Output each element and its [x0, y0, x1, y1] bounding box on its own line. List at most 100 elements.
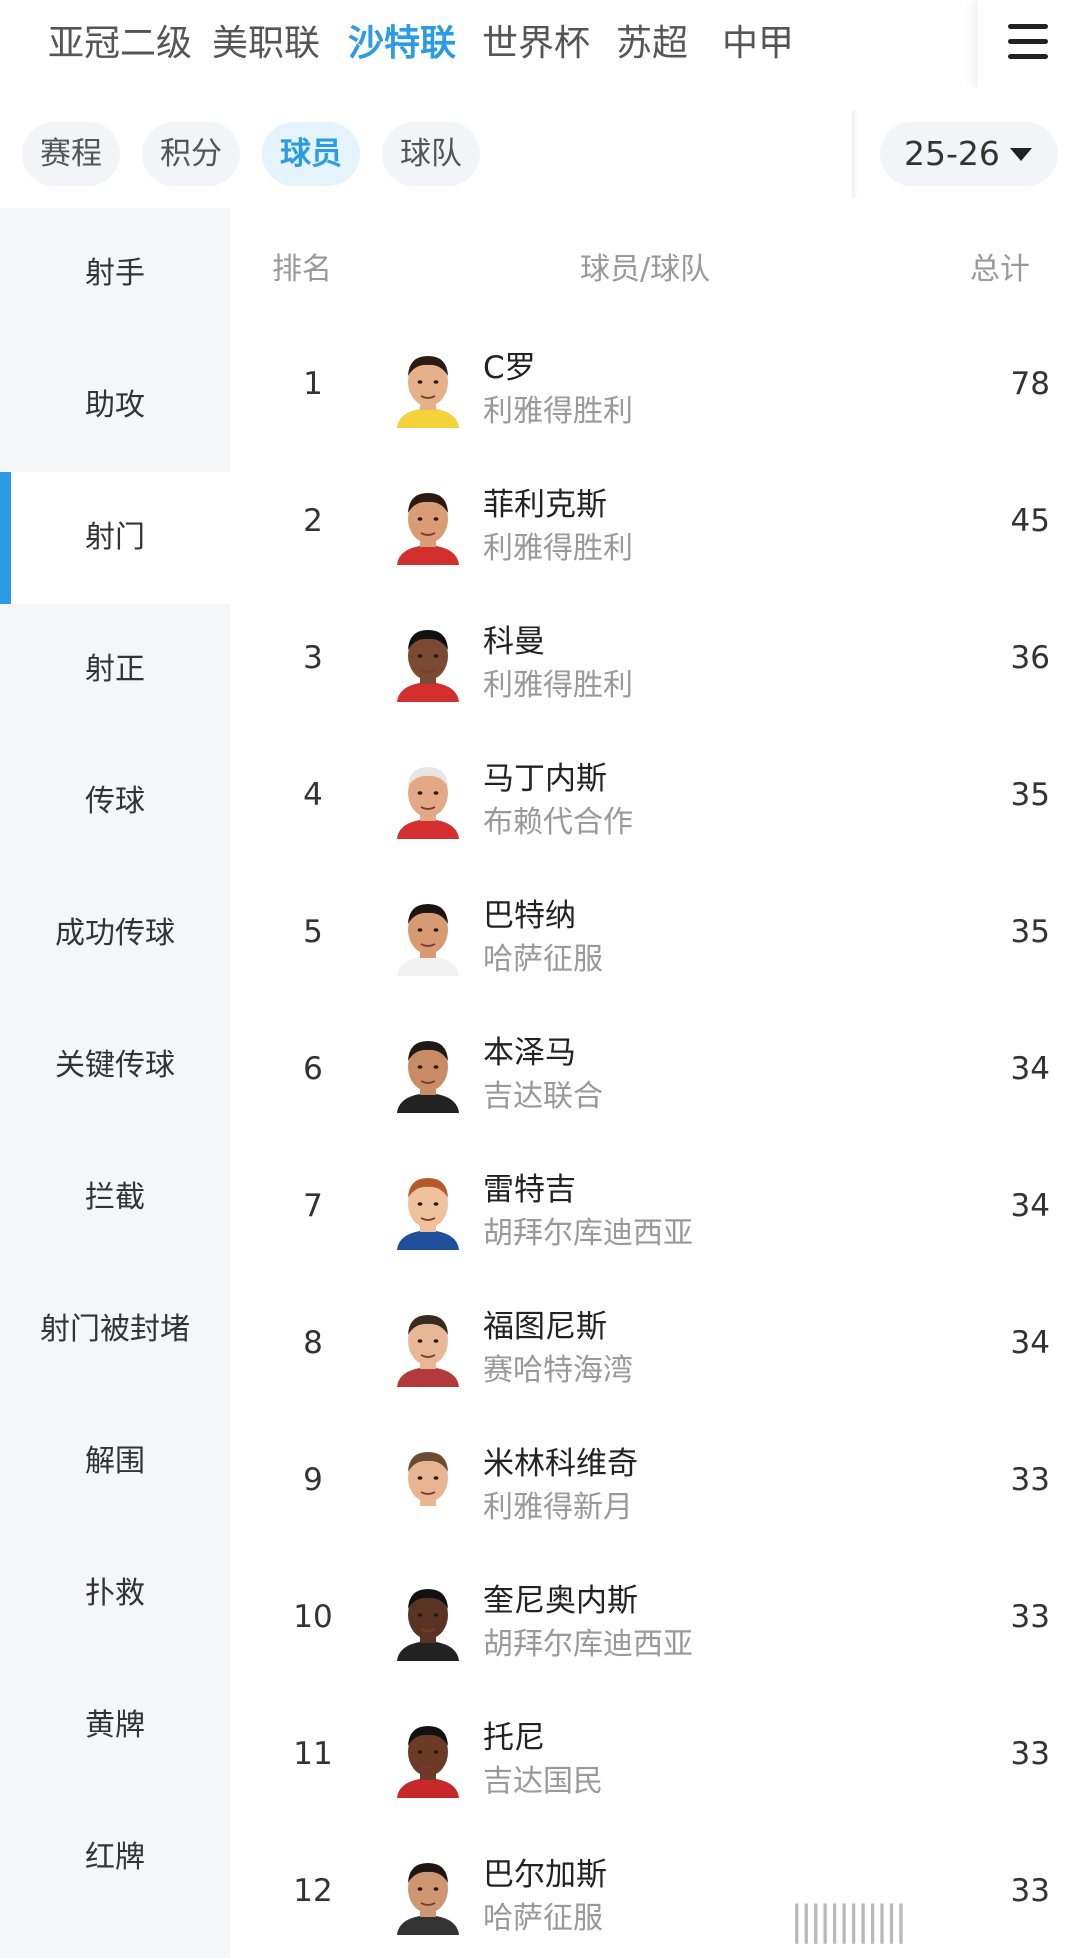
sidebar-item-assists[interactable]: 助攻	[0, 340, 230, 472]
rank: 3	[303, 640, 323, 676]
sidebar-item-clearances[interactable]: 解围	[0, 1396, 230, 1528]
league-tab-china-league-one[interactable]: 中甲	[722, 20, 794, 68]
stat-total: 33	[1010, 1736, 1050, 1772]
player-name: 托尼	[483, 1720, 545, 1756]
player-avatar	[397, 1726, 459, 1798]
table-row[interactable]: 7 雷特吉 胡拜尔库迪西亚 34	[230, 1140, 1080, 1277]
stat-total: 33	[1010, 1873, 1050, 1909]
player-avatar	[397, 904, 459, 976]
divider	[852, 110, 858, 198]
team-name: 哈萨征服	[483, 1901, 603, 1936]
sidebar-item-interceptions[interactable]: 拦截	[0, 1132, 230, 1264]
rank: 12	[293, 1873, 333, 1909]
season-value: 25-26	[904, 134, 1000, 173]
header-rank: 排名	[272, 252, 332, 287]
sidebar-item-shots[interactable]: 射门	[0, 472, 230, 604]
menu-button[interactable]	[978, 0, 1080, 88]
rank: 11	[293, 1736, 333, 1772]
league-tab-saudi-pro-league[interactable]: 沙特联	[348, 20, 456, 68]
team-name: 胡拜尔库迪西亚	[483, 1627, 693, 1662]
team-name: 哈萨征服	[483, 942, 603, 977]
table-row[interactable]: 6 本泽马吉达联合 34	[230, 1003, 1080, 1140]
stat-total: 35	[1010, 914, 1050, 950]
player-avatar	[397, 767, 459, 839]
player-avatar	[397, 1863, 459, 1935]
sidebar-item-shots-blocked[interactable]: 射门被封堵	[0, 1264, 230, 1396]
rank: 9	[303, 1462, 323, 1498]
table-row[interactable]: 10 奎尼奥内斯胡拜尔库迪西亚 33	[230, 1551, 1080, 1688]
category-players[interactable]: 球员	[262, 122, 360, 186]
rank: 10	[293, 1599, 333, 1635]
player-name: 巴尔加斯	[483, 1857, 607, 1893]
rank: 2	[303, 503, 323, 539]
menu-icon	[1008, 24, 1048, 60]
sidebar-item-saves[interactable]: 扑救	[0, 1528, 230, 1660]
category-teams[interactable]: 球队	[382, 122, 480, 186]
player-name: 奎尼奥内斯	[483, 1583, 638, 1619]
team-name: 利雅得胜利	[483, 668, 633, 703]
stat-total: 45	[1010, 503, 1050, 539]
table-row[interactable]: 5 巴特纳哈萨征服 35	[230, 866, 1080, 1003]
team-name: 利雅得胜利	[483, 394, 633, 429]
category-standings[interactable]: 积分	[142, 122, 240, 186]
table-header: 排名 球员/球队 总计	[230, 208, 1080, 318]
player-name: 马丁内斯	[483, 761, 607, 797]
league-tab-mls[interactable]: 美职联	[212, 20, 320, 68]
stat-total: 33	[1010, 1462, 1050, 1498]
stat-total: 35	[1010, 777, 1050, 813]
team-name: 吉达国民	[483, 1764, 603, 1799]
stat-total: 78	[1010, 366, 1050, 402]
league-tab-jiangsu-league[interactable]: 苏超	[616, 20, 688, 68]
rank: 1	[303, 366, 323, 402]
player-name: 巴特纳	[483, 898, 576, 934]
player-name: 米林科维奇	[483, 1446, 638, 1482]
player-name: 本泽马	[483, 1035, 576, 1071]
stat-total: 34	[1010, 1051, 1050, 1087]
player-avatar	[397, 1315, 459, 1387]
table-row[interactable]: 4 马丁内斯 布赖代合作 35	[230, 729, 1080, 866]
sidebar-item-yellow-cards[interactable]: 黄牌	[0, 1660, 230, 1792]
player-avatar	[397, 1178, 459, 1250]
header-player-team: 球员/球队	[580, 252, 711, 287]
player-avatar	[397, 356, 459, 428]
stat-sidebar: 射手 助攻 射门 射正 传球 成功传球 关键传球 拦截 射门被封堵 解围 扑救 …	[0, 208, 230, 1958]
team-name: 吉达联合	[483, 1079, 603, 1114]
table-row[interactable]: 2 菲利克斯 利雅得胜利 45	[230, 455, 1080, 592]
team-name: 利雅得胜利	[483, 531, 633, 566]
player-avatar	[397, 1041, 459, 1113]
player-name: C罗	[483, 350, 536, 386]
table-row[interactable]: 1 C罗利雅得胜利 78	[230, 318, 1080, 455]
team-name: 利雅得新月	[483, 1490, 633, 1525]
player-avatar	[397, 1452, 459, 1524]
tab-fade-overlay	[920, 0, 980, 88]
rank: 8	[303, 1325, 323, 1361]
sidebar-item-shots-on-target[interactable]: 射正	[0, 604, 230, 736]
table-row[interactable]: 12 巴尔加斯哈萨征服 33	[230, 1825, 1080, 1958]
league-tab-world-cup[interactable]: 世界杯	[482, 20, 590, 68]
team-name: 赛哈特海湾	[483, 1353, 633, 1388]
sidebar-item-key-passes[interactable]: 关键传球	[0, 1000, 230, 1132]
stat-total: 36	[1010, 640, 1050, 676]
player-avatar	[397, 630, 459, 702]
league-tab-afc-cup-2[interactable]: 亚冠二级	[48, 20, 192, 68]
league-tab-bar: 亚冠二级 美职联 沙特联 世界杯 苏超 中甲	[0, 0, 1080, 88]
table-row[interactable]: 11 托尼吉达国民 33	[230, 1688, 1080, 1825]
stat-total: 33	[1010, 1599, 1050, 1635]
season-select[interactable]: 25-26	[880, 122, 1058, 186]
sidebar-item-successful-passes[interactable]: 成功传球	[0, 868, 230, 1000]
rank: 6	[303, 1051, 323, 1087]
player-avatar	[397, 493, 459, 565]
header-total: 总计	[970, 252, 1030, 287]
stat-total: 34	[1010, 1188, 1050, 1224]
table-row[interactable]: 8 福图尼斯 赛哈特海湾 34	[230, 1277, 1080, 1414]
sidebar-item-goals[interactable]: 射手	[0, 208, 230, 340]
sidebar-item-red-cards[interactable]: 红牌	[0, 1792, 230, 1924]
sidebar-item-passes[interactable]: 传球	[0, 736, 230, 868]
category-bar: 赛程 积分 球员 球队 25-26	[0, 88, 1080, 208]
table-row[interactable]: 3 科曼 利雅得胜利 36	[230, 592, 1080, 729]
category-schedule[interactable]: 赛程	[22, 122, 120, 186]
watermark: ||||||||||||	[790, 1898, 908, 1944]
rank: 5	[303, 914, 323, 950]
table-row[interactable]: 9 米林科维奇利雅得新月 33	[230, 1414, 1080, 1551]
player-name: 雷特吉	[483, 1172, 576, 1208]
